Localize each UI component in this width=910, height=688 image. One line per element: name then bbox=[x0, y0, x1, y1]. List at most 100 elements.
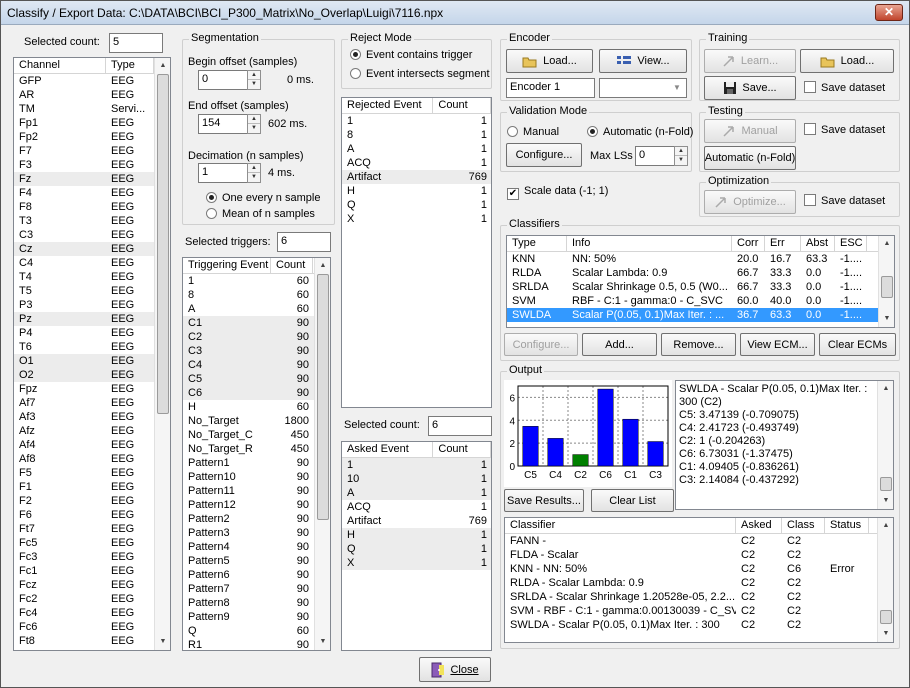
list-item[interactable]: Fcz EEG bbox=[14, 578, 170, 592]
type-column-header[interactable]: Type bbox=[106, 58, 154, 73]
encoder-name-field[interactable]: Encoder 1 bbox=[506, 78, 595, 98]
list-item[interactable]: ACQ 1 bbox=[342, 500, 491, 514]
scroll-thumb[interactable] bbox=[317, 274, 329, 520]
list-item[interactable]: Af8 EEG bbox=[14, 452, 170, 466]
list-item[interactable]: F7 EEG bbox=[14, 144, 170, 158]
spin-up-icon[interactable]: ▲ bbox=[248, 71, 260, 80]
event-contains-trigger-radio[interactable]: Event contains trigger bbox=[350, 49, 472, 61]
scroll-up-arrow-icon[interactable]: ▲ bbox=[878, 518, 893, 534]
list-item[interactable]: F3 EEG bbox=[14, 158, 170, 172]
channel-list[interactable]: Channel Type GFP EEG AR EEG TM Servi... Fp1 EEG… bbox=[13, 57, 171, 651]
list-item[interactable]: Af3 EEG bbox=[14, 410, 170, 424]
list-item[interactable]: Pattern3 90 bbox=[183, 526, 330, 540]
radio-off-icon[interactable] bbox=[206, 208, 217, 219]
clear-list-button[interactable]: Clear List bbox=[591, 489, 674, 512]
scroll-down-arrow-icon[interactable]: ▼ bbox=[315, 634, 330, 650]
classifier-esc-header[interactable]: ESC bbox=[835, 236, 867, 251]
list-item[interactable]: 8 60 bbox=[183, 288, 330, 302]
list-item[interactable]: Fc5 EEG bbox=[14, 536, 170, 550]
list-item[interactable]: SRLDA Scalar Shrinkage 0.5, 0.5 (W0... 66.… bbox=[507, 280, 894, 294]
list-item[interactable]: Fc4 EEG bbox=[14, 606, 170, 620]
list-item[interactable]: Artifact 769 bbox=[342, 514, 491, 528]
list-item[interactable]: Pattern2 90 bbox=[183, 512, 330, 526]
decimation-input[interactable]: 1 bbox=[198, 163, 248, 183]
list-item[interactable]: No_Target_C 450 bbox=[183, 428, 330, 442]
scroll-thumb[interactable] bbox=[880, 610, 892, 624]
asked-count-column-header[interactable]: Count bbox=[433, 442, 491, 457]
list-item[interactable]: Ft7 EEG bbox=[14, 522, 170, 536]
spin-up-icon[interactable]: ▲ bbox=[675, 147, 687, 156]
scroll-thumb[interactable] bbox=[880, 477, 892, 491]
channels-selected-count-field[interactable]: 5 bbox=[109, 33, 163, 53]
list-item[interactable]: C3 90 bbox=[183, 344, 330, 358]
results-classifier-header[interactable]: Classifier bbox=[505, 518, 736, 533]
list-item[interactable]: F5 EEG bbox=[14, 466, 170, 480]
scroll-up-arrow-icon[interactable]: ▲ bbox=[155, 58, 170, 74]
list-item[interactable]: Q 60 bbox=[183, 624, 330, 638]
optimize-button[interactable]: Optimize... bbox=[704, 190, 796, 214]
list-item[interactable]: SWLDA Scalar P(0.05, 0.1)Max Iter. : ... 3… bbox=[507, 308, 894, 322]
list-item[interactable]: KNN NN: 50% 20.0 16.7 63.3 -1.... bbox=[507, 252, 894, 266]
list-item[interactable]: Fp1 EEG bbox=[14, 116, 170, 130]
learn-button[interactable]: Learn... bbox=[704, 49, 796, 73]
classifier-configure-button[interactable]: Configure... bbox=[504, 333, 578, 356]
classifier-corr-header[interactable]: Corr bbox=[732, 236, 765, 251]
list-item[interactable]: Pattern12 90 bbox=[183, 498, 330, 512]
validation-configure-button[interactable]: Configure... bbox=[506, 143, 582, 167]
scroll-thumb[interactable] bbox=[157, 74, 169, 414]
checkbox-icon[interactable] bbox=[804, 194, 816, 206]
list-item[interactable]: Af4 EEG bbox=[14, 438, 170, 452]
list-item[interactable]: T4 EEG bbox=[14, 270, 170, 284]
mean-of-n-radio[interactable]: Mean of n samples bbox=[206, 208, 315, 220]
list-item[interactable]: C5 90 bbox=[183, 372, 330, 386]
trigger-count-column-header[interactable]: Count bbox=[271, 258, 313, 273]
checkbox-icon[interactable] bbox=[804, 81, 816, 93]
list-item[interactable]: H 60 bbox=[183, 400, 330, 414]
list-item[interactable]: Artifact 769 bbox=[342, 170, 491, 184]
training-save-button[interactable]: Save... bbox=[704, 76, 796, 100]
list-item[interactable]: 11 bbox=[342, 458, 491, 472]
list-item[interactable]: Pattern7 90 bbox=[183, 582, 330, 596]
results-asked-header[interactable]: Asked bbox=[736, 518, 782, 533]
list-item[interactable]: C4 EEG bbox=[14, 256, 170, 270]
list-item[interactable]: KNN - NN: 50% C2 C6 Error bbox=[505, 562, 893, 576]
scroll-thumb[interactable] bbox=[881, 276, 893, 298]
list-item[interactable]: T3 EEG bbox=[14, 214, 170, 228]
decimation-spinner[interactable]: ▲ ▼ bbox=[247, 163, 261, 183]
scroll-up-arrow-icon[interactable]: ▲ bbox=[879, 236, 894, 252]
encoder-load-button[interactable]: Load... bbox=[506, 49, 593, 73]
trigger-list-scrollbar[interactable]: ▲ ▼ bbox=[314, 258, 330, 650]
list-item[interactable]: X1 bbox=[342, 556, 491, 570]
list-item[interactable]: ACQ 1 bbox=[342, 156, 491, 170]
rejected-event-column-header[interactable]: Rejected Event bbox=[342, 98, 434, 113]
results-class-header[interactable]: Class bbox=[782, 518, 825, 533]
list-item[interactable]: SVM RBF - C:1 - gamma:0 - C_SVC 60.0 40.0 0.… bbox=[507, 294, 894, 308]
list-item[interactable]: SVM - RBF - C:1 - gamma:0.00130039 - C_S… bbox=[505, 604, 893, 618]
trigger-list[interactable]: Triggering Event Count 1 60 8 60 A 60 C1 90 C2 90… bbox=[182, 257, 331, 651]
rejected-count-column-header[interactable]: Count bbox=[433, 98, 491, 113]
channel-column-header[interactable]: Channel bbox=[14, 58, 106, 73]
asked-selected-count-field[interactable]: 6 bbox=[428, 416, 492, 436]
classifier-list-scrollbar[interactable]: ▲ ▼ bbox=[878, 236, 894, 327]
list-item[interactable]: SRLDA - Scalar Shrinkage 1.20528e-05, 2.… bbox=[505, 590, 893, 604]
list-item[interactable]: RLDA Scalar Lambda: 0.9 66.7 33.3 0.0 -1.... bbox=[507, 266, 894, 280]
list-item[interactable]: TM Servi... bbox=[14, 102, 170, 116]
list-item[interactable]: H1 bbox=[342, 184, 491, 198]
list-item[interactable]: Af7 EEG bbox=[14, 396, 170, 410]
list-item[interactable]: Fpz EEG bbox=[14, 382, 170, 396]
list-item[interactable]: Q1 bbox=[342, 198, 491, 212]
list-item[interactable]: Afz EEG bbox=[14, 424, 170, 438]
list-item[interactable]: 10 1 bbox=[342, 472, 491, 486]
list-item[interactable]: O2 EEG bbox=[14, 368, 170, 382]
list-item[interactable]: Ft8 EEG bbox=[14, 634, 170, 648]
list-item[interactable]: AR EEG bbox=[14, 88, 170, 102]
list-item[interactable]: Q1 bbox=[342, 542, 491, 556]
spin-down-icon[interactable]: ▼ bbox=[675, 156, 687, 165]
classifier-type-header[interactable]: Type bbox=[507, 236, 567, 251]
spin-up-icon[interactable]: ▲ bbox=[248, 115, 260, 124]
channel-list-scrollbar[interactable]: ▲ ▼ bbox=[154, 58, 170, 650]
list-item[interactable]: Cz EEG bbox=[14, 242, 170, 256]
selected-triggers-field[interactable]: 6 bbox=[277, 232, 331, 252]
list-item[interactable]: Pattern8 90 bbox=[183, 596, 330, 610]
combo-arrow-icon[interactable]: ▼ bbox=[673, 83, 681, 92]
